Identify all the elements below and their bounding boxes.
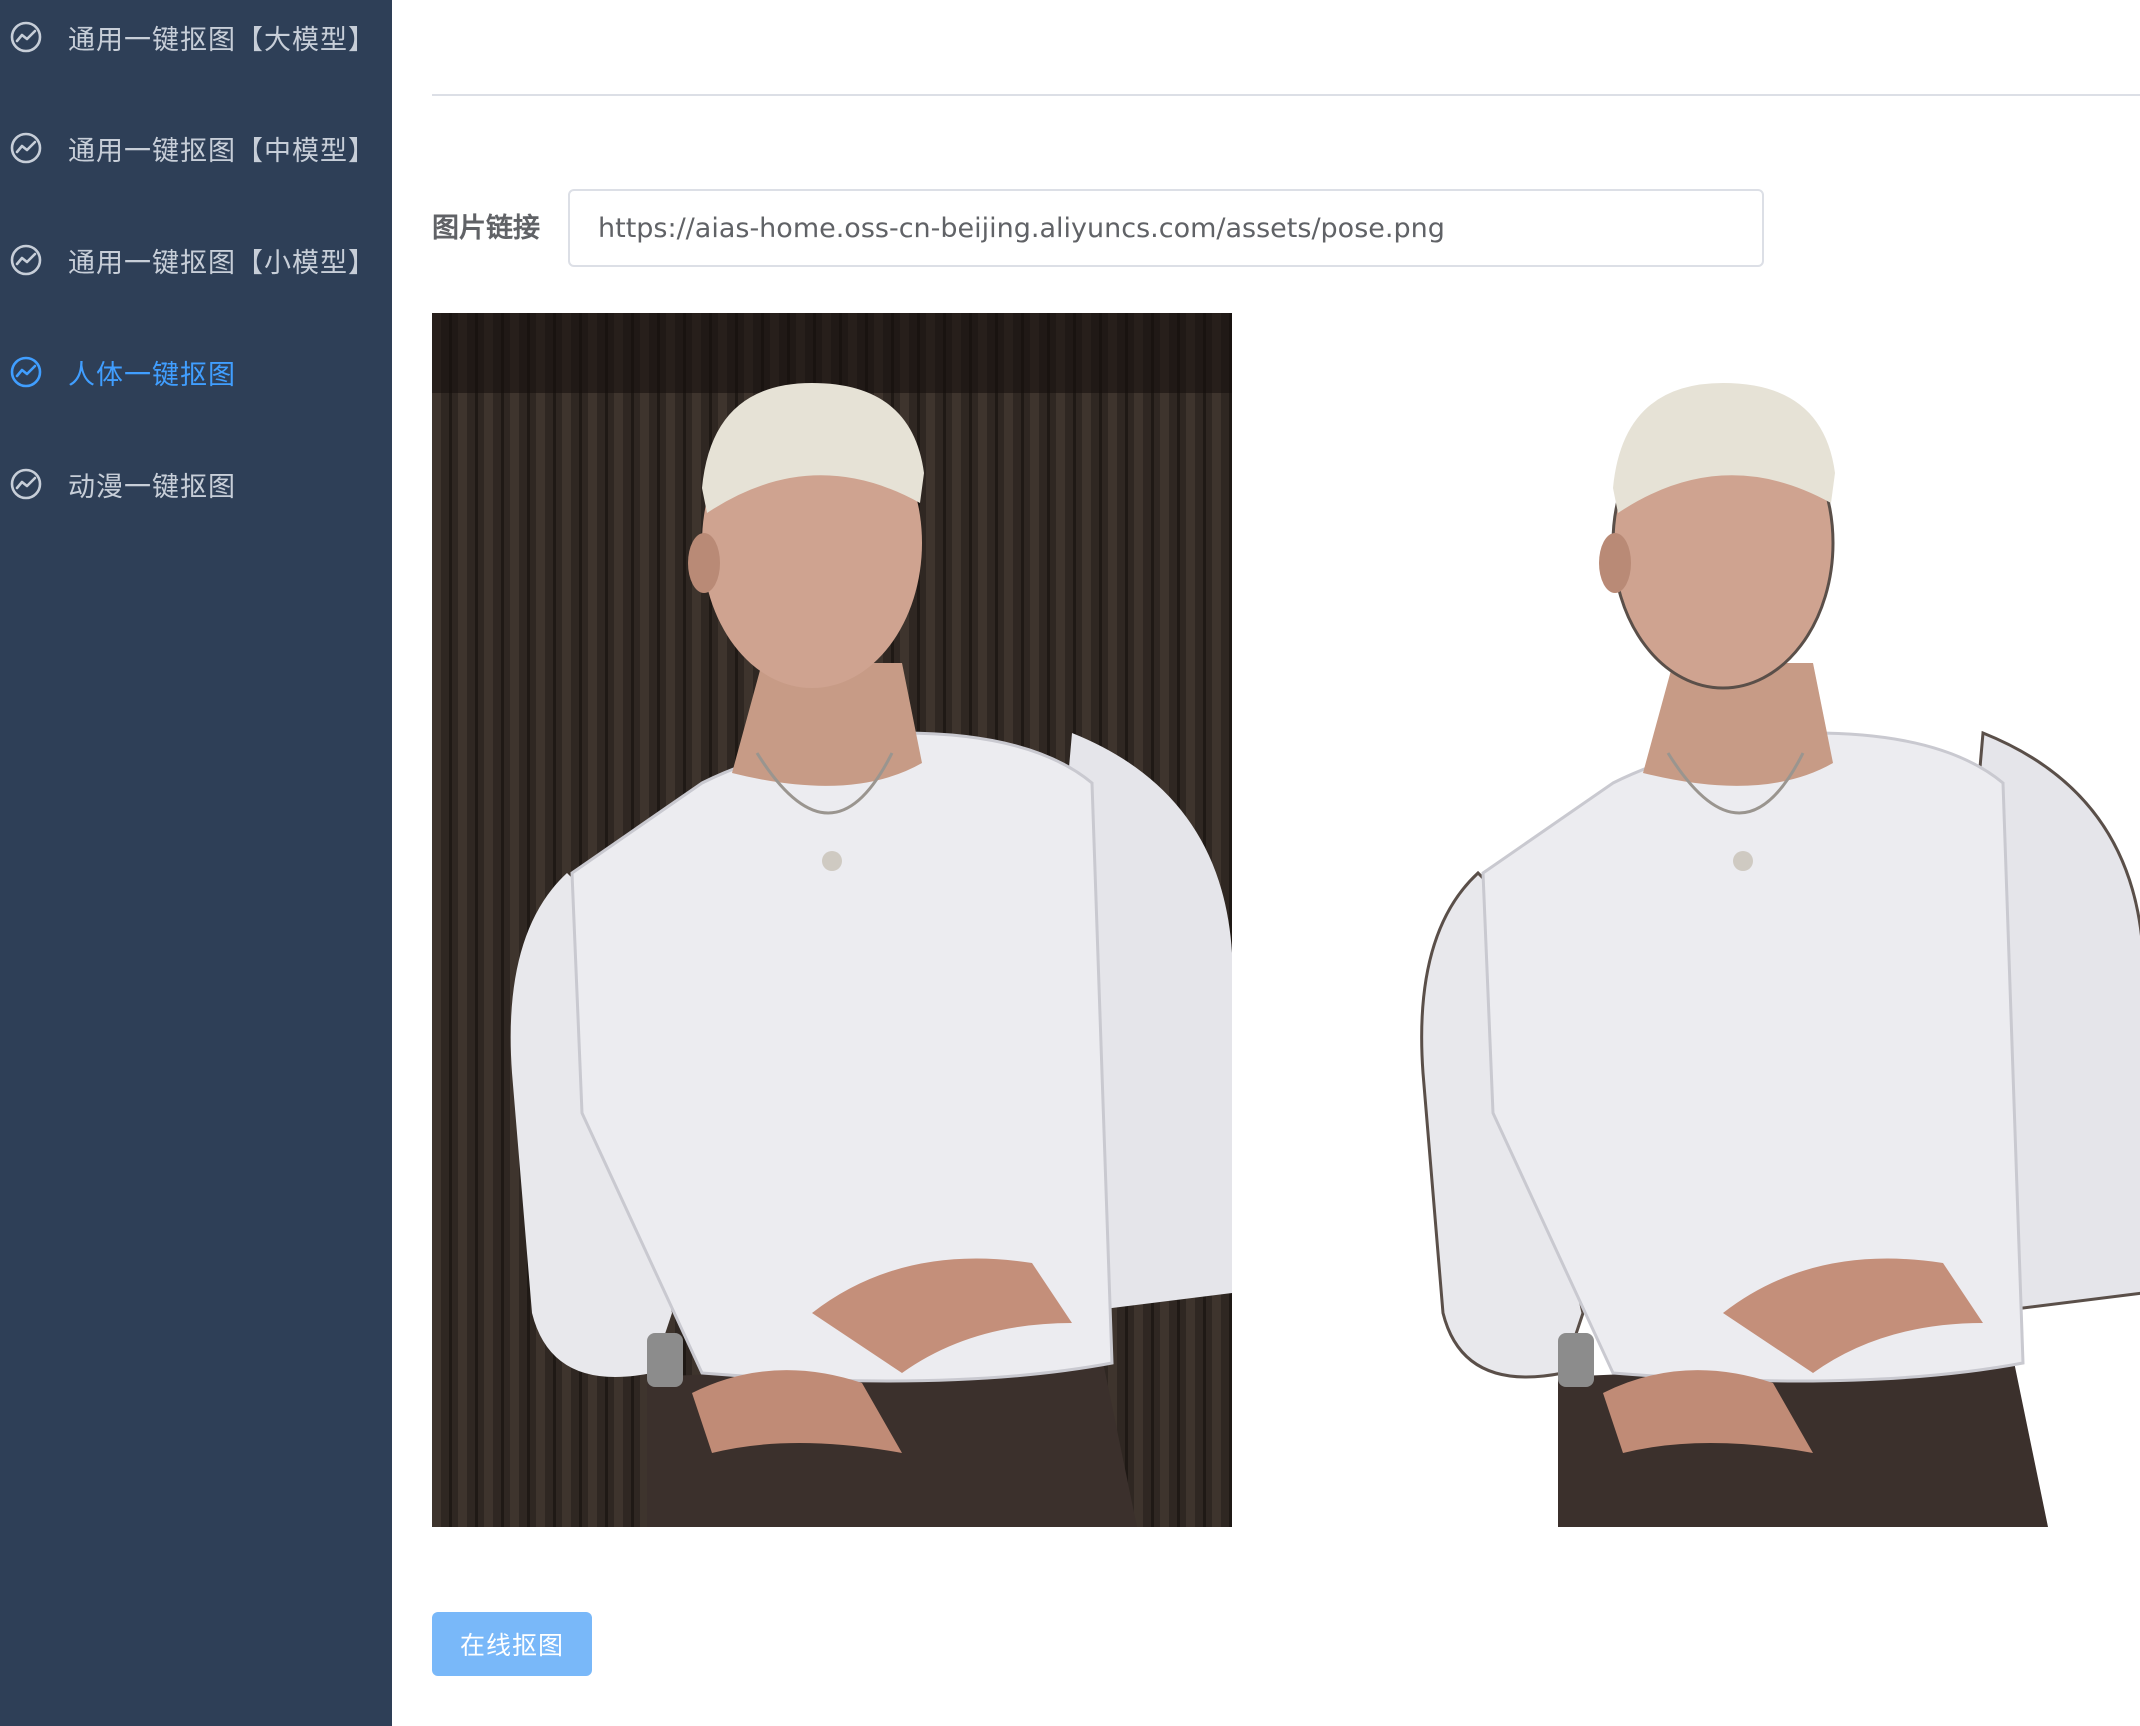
header-divider [432, 94, 2140, 96]
chart-circle-icon [9, 20, 43, 54]
matting-result-image [1343, 313, 2140, 1527]
main-panel: 图片链接 https://aias-home.oss-cn-beijing.al… [392, 0, 2140, 1726]
app-root: 通用一键抠图【大模型】 通用一键抠图【中模型】 通用一键抠图【小模型】 人体一键… [0, 0, 2140, 1726]
sidebar-item-label: 通用一键抠图【中模型】 [68, 135, 376, 167]
image-url-input[interactable] [568, 189, 1764, 267]
sidebar-item-human-matting[interactable]: 人体一键抠图 [0, 332, 392, 412]
chart-circle-icon [9, 467, 43, 501]
sidebar-item-label: 通用一键抠图【大模型】 [68, 24, 376, 56]
sidebar-item-general-large-model[interactable]: 通用一键抠图【大模型】 [0, 0, 392, 77]
chart-circle-icon [9, 131, 43, 165]
sidebar: 通用一键抠图【大模型】 通用一键抠图【中模型】 通用一键抠图【小模型】 人体一键… [0, 0, 392, 1726]
chart-circle-icon [9, 243, 43, 277]
chart-circle-icon [9, 355, 43, 389]
image-url-label: 图片链接 [432, 213, 540, 244]
sidebar-item-label: 通用一键抠图【小模型】 [68, 247, 376, 279]
sidebar-item-label: 人体一键抠图 [68, 359, 236, 391]
sidebar-item-anime-matting[interactable]: 动漫一键抠图 [0, 444, 392, 524]
sidebar-item-general-medium-model[interactable]: 通用一键抠图【中模型】 [0, 108, 392, 188]
original-image [432, 313, 1232, 1527]
sidebar-item-label: 动漫一键抠图 [68, 471, 236, 503]
online-matting-button[interactable]: 在线抠图 [432, 1612, 592, 1676]
sidebar-item-general-small-model[interactable]: 通用一键抠图【小模型】 [0, 220, 392, 300]
